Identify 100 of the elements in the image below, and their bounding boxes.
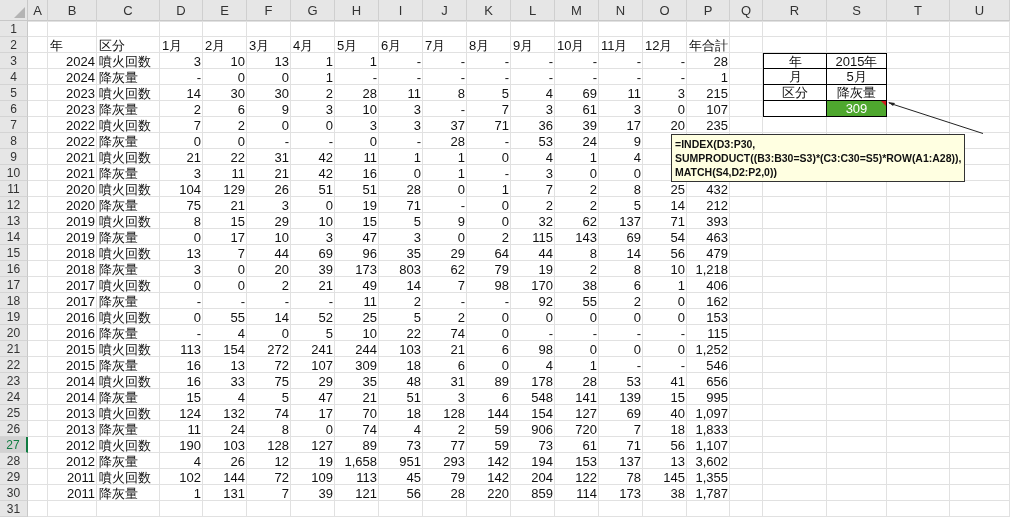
table-cell-text: - bbox=[195, 69, 202, 85]
table-cell-text: - bbox=[547, 69, 554, 85]
column-header[interactable]: L bbox=[511, 0, 555, 21]
row-header[interactable]: 25 bbox=[0, 405, 28, 421]
column-header[interactable]: R bbox=[763, 0, 827, 21]
column-header[interactable]: B bbox=[48, 0, 97, 21]
column-header[interactable]: T bbox=[887, 0, 950, 21]
table-cell-text: 1 bbox=[412, 149, 422, 165]
row-header[interactable]: 13 bbox=[0, 213, 28, 229]
table-cell-text: 26 bbox=[229, 453, 246, 469]
table-cell-text: 17 bbox=[625, 117, 642, 133]
table-cell-text: 降灰量 bbox=[98, 197, 139, 213]
row-header[interactable]: 16 bbox=[0, 261, 28, 277]
row-header[interactable]: 15 bbox=[0, 245, 28, 261]
table-cell-text: 59 bbox=[493, 421, 510, 437]
table-cell-text: 89 bbox=[361, 437, 378, 453]
row-header[interactable]: 2 bbox=[0, 37, 28, 53]
row-header[interactable]: 11 bbox=[0, 181, 28, 197]
column-header[interactable]: Q bbox=[730, 0, 763, 21]
row-header[interactable]: 6 bbox=[0, 101, 28, 117]
table-cell-text: - bbox=[415, 53, 422, 69]
row-header[interactable]: 7 bbox=[0, 117, 28, 133]
row-header[interactable]: 29 bbox=[0, 469, 28, 485]
table-cell-text: 244 bbox=[354, 341, 378, 357]
column-header[interactable]: C bbox=[97, 0, 160, 21]
row-header[interactable]: 10 bbox=[0, 165, 28, 181]
table-cell-text: 降灰量 bbox=[98, 421, 139, 437]
row-header[interactable]: 21 bbox=[0, 341, 28, 357]
table-cell-text: 71 bbox=[625, 437, 642, 453]
row-header[interactable]: 9 bbox=[0, 149, 28, 165]
table-cell-text: 19 bbox=[361, 197, 378, 213]
column-header[interactable]: J bbox=[423, 0, 467, 21]
row-header[interactable]: 22 bbox=[0, 357, 28, 373]
table-cell-text: 0 bbox=[456, 229, 466, 245]
table-cell-text: 52 bbox=[317, 309, 334, 325]
table-cell-text: 24 bbox=[229, 421, 246, 437]
row-header[interactable]: 18 bbox=[0, 293, 28, 309]
row-header[interactable]: 24 bbox=[0, 389, 28, 405]
column-header[interactable]: U bbox=[950, 0, 1010, 21]
column-header[interactable]: A bbox=[28, 0, 48, 21]
table-cell-text: 145 bbox=[662, 469, 686, 485]
column-header[interactable]: O bbox=[643, 0, 687, 21]
row-header[interactable]: 26 bbox=[0, 421, 28, 437]
table-cell-text: 129 bbox=[222, 181, 246, 197]
table-cell-text: 59 bbox=[493, 437, 510, 453]
table-cell-text: 1 bbox=[324, 69, 334, 85]
table-cell-text: 18 bbox=[669, 421, 686, 437]
row-header[interactable]: 1 bbox=[0, 21, 28, 37]
table-cell-text: 9 bbox=[632, 133, 642, 149]
column-header[interactable]: M bbox=[555, 0, 599, 21]
table-cell-text: 75 bbox=[273, 373, 290, 389]
table-cell-text: 噴火回数 bbox=[98, 117, 152, 133]
table-cell-text: - bbox=[591, 53, 598, 69]
table-cell-text: 107 bbox=[310, 357, 334, 373]
table-cell-text: 32 bbox=[537, 213, 554, 229]
column-header[interactable]: P bbox=[687, 0, 730, 21]
row-header[interactable]: 28 bbox=[0, 453, 28, 469]
column-title: 12月 bbox=[644, 37, 674, 53]
row-header[interactable]: 30 bbox=[0, 485, 28, 501]
select-all-button[interactable] bbox=[0, 0, 28, 21]
table-cell-text: 406 bbox=[705, 277, 729, 293]
row-header[interactable]: 4 bbox=[0, 69, 28, 85]
column-title: 8月 bbox=[468, 37, 491, 53]
row-header[interactable]: 17 bbox=[0, 277, 28, 293]
table-cell-text: 噴火回数 bbox=[98, 341, 152, 357]
column-header[interactable]: E bbox=[203, 0, 247, 21]
table-cell-text: 7 bbox=[192, 117, 202, 133]
table-cell-text: 6 bbox=[236, 101, 246, 117]
table-cell-text: 2023 bbox=[65, 101, 96, 117]
column-header[interactable]: D bbox=[160, 0, 203, 21]
row-header[interactable]: 31 bbox=[0, 501, 28, 517]
row-header[interactable]: 19 bbox=[0, 309, 28, 325]
comment-text: =INDEX(D3:P30, SUMPRODUCT((B3:B30=S3)*(C3:C30=S5)*ROW(A1:A28)), MATCH(S4,D2:P2,0)) bbox=[671, 134, 966, 182]
table-cell-text: - bbox=[459, 69, 466, 85]
table-cell-text: 71 bbox=[669, 213, 686, 229]
column-header[interactable]: F bbox=[247, 0, 291, 21]
row-header[interactable]: 5 bbox=[0, 85, 28, 101]
column-header[interactable]: H bbox=[335, 0, 379, 21]
column-header[interactable]: I bbox=[379, 0, 423, 21]
table-cell-text: 173 bbox=[618, 485, 642, 501]
row-header[interactable]: 8 bbox=[0, 133, 28, 149]
table-cell-text: 14 bbox=[185, 85, 202, 101]
column-header[interactable]: G bbox=[291, 0, 335, 21]
table-cell-text: 噴火回数 bbox=[98, 245, 152, 261]
table-cell-text: 噴火回数 bbox=[98, 373, 152, 389]
column-header[interactable]: K bbox=[467, 0, 511, 21]
table-cell-text: 45 bbox=[405, 469, 422, 485]
table-cell-text: 0 bbox=[280, 117, 290, 133]
row-header[interactable]: 12 bbox=[0, 197, 28, 213]
column-header[interactable]: S bbox=[827, 0, 887, 21]
column-header[interactable]: N bbox=[599, 0, 643, 21]
row-header[interactable]: 20 bbox=[0, 325, 28, 341]
table-cell-text: - bbox=[327, 133, 334, 149]
table-cell-text: 11 bbox=[626, 85, 642, 101]
row-header[interactable]: 3 bbox=[0, 53, 28, 69]
row-header[interactable]: 14 bbox=[0, 229, 28, 245]
table-cell-text: 3 bbox=[192, 53, 202, 69]
row-header[interactable]: 23 bbox=[0, 373, 28, 389]
table-cell-text: 137 bbox=[618, 453, 642, 469]
table-cell-text: 0 bbox=[324, 117, 334, 133]
